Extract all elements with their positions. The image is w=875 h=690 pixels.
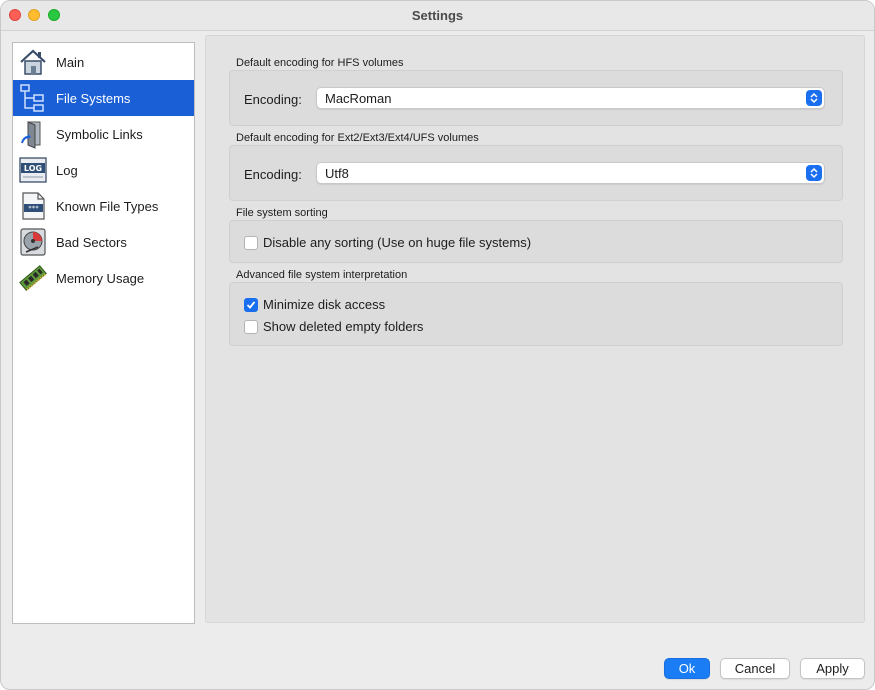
disable-sorting-checkbox[interactable] <box>244 235 258 250</box>
memory-icon <box>18 263 48 293</box>
sidebar-item-label: Main <box>56 54 85 70</box>
settings-sidebar: Main File Systems Symbolic Links LOG Log… <box>12 42 195 624</box>
apply-button[interactable]: Apply <box>800 658 865 679</box>
ok-button[interactable]: Ok <box>664 658 710 679</box>
sidebar-item-label: Symbolic Links <box>56 126 143 142</box>
sidebar-item-log[interactable]: LOG Log <box>13 152 194 188</box>
hfs-encoding-label: Encoding: <box>244 92 302 107</box>
minimize-disk-access-label: Minimize disk access <box>263 297 386 312</box>
show-deleted-folders-checkbox[interactable] <box>244 319 258 334</box>
log-icon: LOG <box>18 155 48 185</box>
advanced-group: Minimize disk access Show deleted empty … <box>229 282 843 346</box>
sorting-group-title: File system sorting <box>236 207 328 219</box>
disk-icon <box>18 227 48 257</box>
tree-icon <box>18 83 48 113</box>
ext-encoding-value: Utf8 <box>325 166 349 181</box>
ext-encoding-select[interactable]: Utf8 <box>316 162 825 184</box>
settings-window: Settings Main File Systems Symbolic Link… <box>0 0 875 690</box>
sidebar-item-label: Log <box>56 162 78 178</box>
sidebar-item-symbolic-links[interactable]: Symbolic Links <box>13 116 194 152</box>
svg-text:LOG: LOG <box>24 164 42 173</box>
show-deleted-folders-label: Show deleted empty folders <box>263 319 424 334</box>
sidebar-item-label: Known File Types <box>56 198 159 214</box>
file-types-icon: *** <box>18 191 48 221</box>
hfs-encoding-value: MacRoman <box>325 91 392 106</box>
hfs-encoding-select[interactable]: MacRoman <box>316 87 825 109</box>
sidebar-item-known-file-types[interactable]: *** Known File Types <box>13 188 194 224</box>
ext-group-title: Default encoding for Ext2/Ext3/Ext4/UFS … <box>236 132 479 144</box>
chevron-up-down-icon <box>806 165 822 181</box>
sidebar-item-label: Bad Sectors <box>56 234 127 250</box>
chevron-up-down-icon <box>806 90 822 106</box>
house-icon <box>18 47 48 77</box>
checkmark-icon <box>246 300 256 309</box>
svg-text:***: *** <box>28 205 39 213</box>
settings-panel: Default encoding for HFS volumes Encodin… <box>205 35 865 623</box>
sidebar-item-bad-sectors[interactable]: Bad Sectors <box>13 224 194 260</box>
title-bar: Settings <box>1 1 874 31</box>
disable-sorting-checkbox-row[interactable]: Disable any sorting (Use on huge file sy… <box>244 235 531 250</box>
advanced-group-title: Advanced file system interpretation <box>236 269 408 281</box>
sidebar-item-label: File Systems <box>56 90 131 106</box>
minimize-disk-access-checkbox[interactable] <box>244 297 258 312</box>
minimize-disk-access-row[interactable]: Minimize disk access <box>244 297 385 312</box>
link-icon <box>18 119 48 149</box>
sidebar-item-memory-usage[interactable]: Memory Usage <box>13 260 194 296</box>
hfs-group: Encoding: MacRoman <box>229 70 843 126</box>
ext-group: Encoding: Utf8 <box>229 145 843 201</box>
sidebar-item-file-systems[interactable]: File Systems <box>13 80 194 116</box>
cancel-button[interactable]: Cancel <box>720 658 790 679</box>
window-title: Settings <box>411 8 464 23</box>
ext-encoding-label: Encoding: <box>244 167 302 182</box>
show-deleted-folders-row[interactable]: Show deleted empty folders <box>244 319 423 334</box>
disable-sorting-label: Disable any sorting (Use on huge file sy… <box>263 235 532 250</box>
sidebar-item-label: Memory Usage <box>56 270 145 286</box>
sidebar-item-main[interactable]: Main <box>13 44 194 80</box>
hfs-group-title: Default encoding for HFS volumes <box>236 57 404 69</box>
sorting-group: Disable any sorting (Use on huge file sy… <box>229 220 843 263</box>
